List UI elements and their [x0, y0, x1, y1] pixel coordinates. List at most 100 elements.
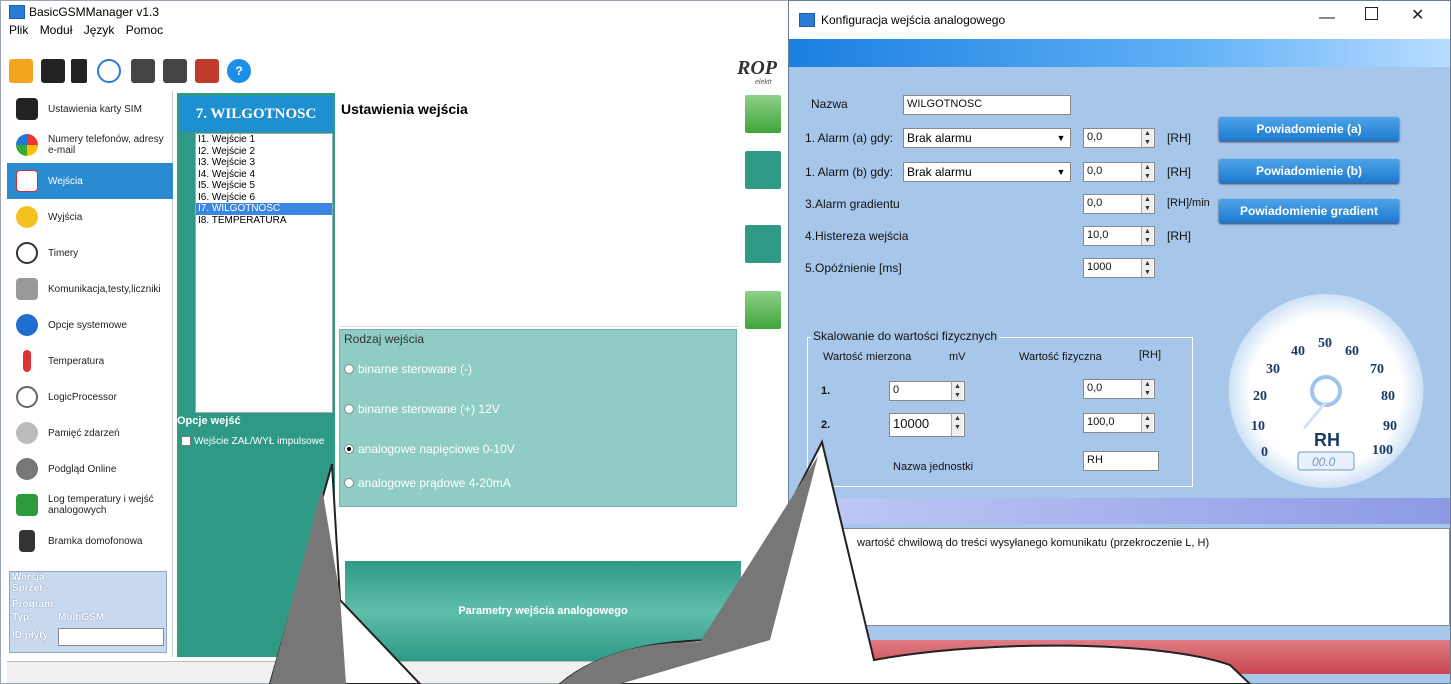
- intercom-icon: [19, 530, 35, 552]
- list-item[interactable]: I8. TEMPERATURA: [196, 215, 332, 227]
- open-folder-icon[interactable]: [9, 59, 33, 83]
- unit-label: [RH]/min: [1167, 197, 1210, 209]
- sidebar-item-sim[interactable]: Ustawienia karty SIM: [7, 91, 173, 127]
- copy-icon[interactable]: [745, 151, 781, 189]
- save-icon[interactable]: [41, 59, 65, 83]
- sidebar-item-contacts[interactable]: Numery telefonów, adresy e-mail: [7, 127, 173, 163]
- sidebar-item-outputs[interactable]: Wyjścia: [7, 199, 173, 235]
- list-item-selected[interactable]: I7. WILGOTNOSC: [196, 203, 332, 215]
- spinner-icon[interactable]: ▲ ▼: [1141, 129, 1153, 147]
- sidebar-item-system[interactable]: Opcje systemowe: [7, 307, 173, 343]
- sidebar-item-intercom[interactable]: Bramka domofonowa: [7, 523, 173, 559]
- status-bar: [7, 661, 799, 683]
- radio-binary-neg[interactable]: binarne sterowane (-): [344, 362, 472, 376]
- log-icon: [16, 494, 38, 516]
- list-item[interactable]: I3. Wejście 3: [196, 157, 332, 169]
- spinner-icon[interactable]: ▲ ▼: [1141, 163, 1153, 181]
- alarm-b-value[interactable]: 0,0 ▲ ▼: [1083, 162, 1155, 182]
- unit-label: [RH]: [1167, 165, 1191, 179]
- list-item[interactable]: I5. Wejście 5: [196, 180, 332, 192]
- gauge-tick-70: 70: [1370, 362, 1384, 377]
- gauge-tick-30: 30: [1266, 362, 1280, 377]
- chip-read-icon[interactable]: [131, 59, 155, 83]
- sidebar-item-label: Wyjścia: [48, 211, 83, 223]
- sidebar-item-label: Pamięć zdarzeń: [48, 427, 120, 439]
- alarm-a-value[interactable]: 0,0 ▲ ▼: [1083, 128, 1155, 148]
- spinner-icon[interactable]: ▲ ▼: [951, 382, 963, 400]
- sidebar-item-inputs[interactable]: Wejścia: [7, 163, 173, 199]
- row-1-label: 1.: [821, 385, 831, 397]
- menu-jezyk[interactable]: Język: [84, 23, 115, 37]
- input-options-box: Wejście ZAŁ/WYŁ impulsowe: [177, 433, 335, 457]
- menu-modul[interactable]: Moduł: [40, 23, 73, 37]
- sidebar-item-communication[interactable]: Komunikacja,testy,liczniki: [7, 271, 173, 307]
- usb-plug-icon[interactable]: [71, 59, 87, 83]
- alarm-b-select[interactable]: Brak alarmu ▼: [903, 162, 1071, 182]
- gradient-value-text: 0,0: [1087, 197, 1103, 209]
- spinner-icon[interactable]: ▲ ▼: [1141, 227, 1153, 245]
- list-item[interactable]: I2. Wejście 2: [196, 146, 332, 158]
- row-1-mv-input[interactable]: 0 ▲ ▼: [889, 381, 965, 401]
- help-icon[interactable]: ?: [227, 59, 251, 83]
- paste-icon[interactable]: [745, 225, 781, 263]
- sidebar-item-label: Timery: [48, 247, 79, 259]
- unit-name-input[interactable]: RH: [1083, 451, 1159, 471]
- dialog-app-icon: [799, 13, 815, 27]
- impulse-checkbox[interactable]: [181, 435, 191, 446]
- row-2-phys-input[interactable]: 100,0 ▲ ▼: [1083, 413, 1155, 433]
- close-icon[interactable]: ✕: [1411, 5, 1424, 25]
- gradient-value[interactable]: 0,0 ▲ ▼: [1083, 194, 1155, 214]
- radio-analog-current[interactable]: analogowe prądowe 4-20mA: [344, 476, 511, 490]
- sidebar-item-logic[interactable]: LogicProcessor: [7, 379, 173, 415]
- sidebar-item-timers[interactable]: Timery: [7, 235, 173, 271]
- maximize-icon[interactable]: [1365, 7, 1378, 20]
- menu-plik[interactable]: Plik: [9, 23, 28, 37]
- sidebar-item-temperature[interactable]: Temperatura: [7, 343, 173, 379]
- row-2-mv-input[interactable]: 10000 ▲ ▼: [889, 413, 965, 437]
- gauge-tick-20: 20: [1253, 389, 1267, 404]
- list-item[interactable]: I6. Wejście 6: [196, 192, 332, 204]
- hysteresis-value-text: 10,0: [1087, 229, 1109, 241]
- unit-label: [RH]: [1167, 229, 1191, 243]
- radio-analog-voltage[interactable]: analogowe napięciowe 0-10V: [344, 442, 515, 456]
- input-list: I1. Wejście 1 I2. Wejście 2 I3. Wejście …: [195, 133, 333, 413]
- alarm-a-select[interactable]: Brak alarmu ▼: [903, 128, 1071, 148]
- board-id-input[interactable]: [58, 628, 164, 646]
- exit-door-icon[interactable]: [195, 59, 219, 83]
- spinner-icon[interactable]: ▲ ▼: [1141, 195, 1153, 213]
- sidebar-item-log[interactable]: Log temperatury i wejść analogowych: [7, 487, 173, 523]
- list-item[interactable]: I4. Wejście 4: [196, 169, 332, 181]
- spinner-icon[interactable]: ▲ ▼: [951, 414, 963, 436]
- spinner-icon[interactable]: ▲ ▼: [1141, 414, 1153, 432]
- main-window: BasicGSMManager v1.3 Plik Moduł Język Po…: [0, 0, 801, 684]
- notify-b-button[interactable]: Powiadomienie (b): [1219, 159, 1399, 183]
- minimize-icon[interactable]: —: [1319, 9, 1335, 27]
- move-up-arrow-icon[interactable]: [745, 95, 781, 133]
- name-input[interactable]: WILGOTNOSC: [903, 95, 1071, 115]
- spinner-icon[interactable]: ▲ ▼: [1141, 259, 1153, 277]
- delay-value[interactable]: 1000 ▲ ▼: [1083, 258, 1155, 278]
- tools-icon: [16, 278, 38, 300]
- gauge-display: 00.0: [1312, 455, 1336, 469]
- sidebar-item-events[interactable]: Pamięć zdarzeń: [7, 415, 173, 451]
- rh-col-header: [RH]: [1139, 349, 1161, 361]
- menu-pomoc[interactable]: Pomoc: [126, 23, 163, 37]
- notify-gradient-button[interactable]: Powiadomienie gradient: [1219, 199, 1399, 223]
- radio-binary-pos[interactable]: binarne sterowane (+) 12V: [344, 402, 500, 416]
- row-2-mv-text: 10000: [893, 416, 930, 431]
- radio-label: binarne sterowane (+) 12V: [358, 402, 500, 416]
- analog-params-button[interactable]: Parametry wejścia analogowego: [345, 561, 741, 661]
- row-1-phys-input[interactable]: 0,0 ▲ ▼: [1083, 379, 1155, 399]
- chip-write-icon[interactable]: [163, 59, 187, 83]
- list-item[interactable]: I1. Wejście 1: [196, 134, 332, 146]
- move-down-arrow-icon[interactable]: [745, 291, 781, 329]
- input-settings-title: Ustawienia wejścia: [341, 101, 468, 117]
- sidebar-item-online[interactable]: Podgląd Online: [7, 451, 173, 487]
- wireless-icon[interactable]: [97, 59, 121, 83]
- menu-bar: Plik Moduł Język Pomoc: [1, 23, 801, 41]
- notify-a-button[interactable]: Powiadomienie (a): [1219, 117, 1399, 141]
- radio-label: analogowe napięciowe 0-10V: [358, 442, 515, 456]
- spinner-icon[interactable]: ▲ ▼: [1141, 380, 1153, 398]
- hysteresis-value[interactable]: 10,0 ▲ ▼: [1083, 226, 1155, 246]
- row-2-phys-text: 100,0: [1087, 416, 1115, 428]
